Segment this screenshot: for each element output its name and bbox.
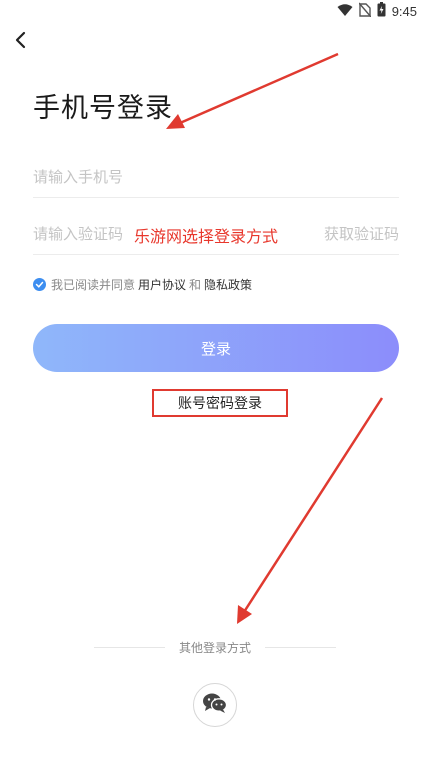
privacy-policy-link[interactable]: 隐私政策 xyxy=(204,276,252,293)
agreement-prefix: 我已阅读并同意 xyxy=(51,278,136,292)
login-button[interactable]: 登录 xyxy=(33,324,399,372)
wifi-icon xyxy=(337,2,353,21)
user-agreement-link[interactable]: 用户协议 xyxy=(138,276,186,293)
phone-field-row xyxy=(33,154,399,198)
get-code-button[interactable]: 获取验证码 xyxy=(324,223,399,244)
back-button[interactable] xyxy=(6,28,34,56)
divider-line-left xyxy=(94,646,165,648)
status-bar: 9:45 xyxy=(0,0,431,22)
arrow-to-title xyxy=(166,52,339,129)
other-login-divider: 其他登录方式 xyxy=(94,637,337,657)
phone-input[interactable] xyxy=(33,164,233,190)
wechat-login-button[interactable] xyxy=(193,683,237,727)
chevron-left-icon xyxy=(13,31,27,53)
agreement-checkbox[interactable] xyxy=(33,278,46,291)
agreement-row: 我已阅读并同意 用户协议 和 隐私政策 xyxy=(33,276,255,293)
password-login-link[interactable]: 账号密码登录 xyxy=(152,389,288,417)
page-title: 手机号登录 xyxy=(33,93,173,124)
arrow-to-other-login xyxy=(237,397,384,624)
status-icons: 9:45 xyxy=(337,2,417,21)
divider-line-right xyxy=(265,646,337,648)
battery-icon xyxy=(377,2,386,21)
wechat-icon xyxy=(202,692,228,718)
other-login-label: 其他登录方式 xyxy=(179,640,252,655)
no-sim-icon xyxy=(358,2,372,21)
annotation-text: 乐游网选择登录方式 xyxy=(134,227,279,246)
check-icon xyxy=(35,281,44,288)
agreement-and: 和 xyxy=(189,278,202,292)
status-time: 9:45 xyxy=(391,4,417,19)
